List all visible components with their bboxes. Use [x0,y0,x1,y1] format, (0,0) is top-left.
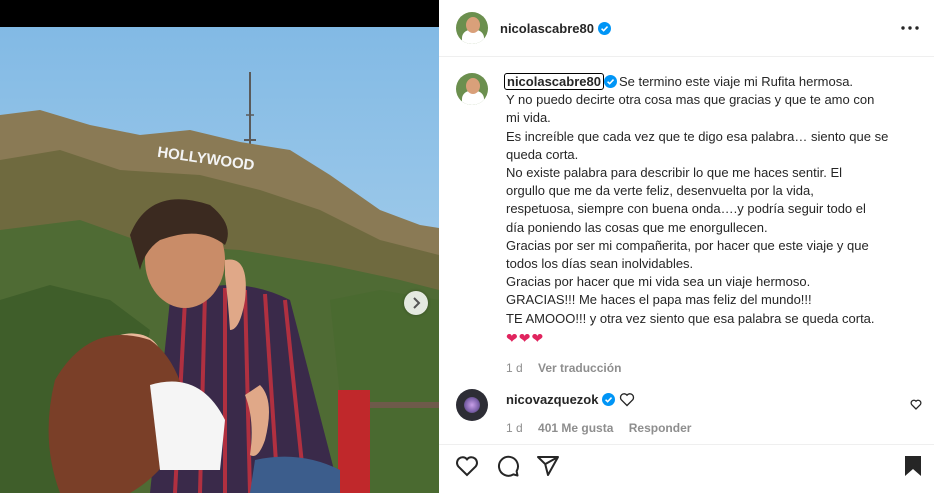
caption-line-first: nicolascabre80 Se termino este viaje mi R… [504,73,926,91]
heart-icon[interactable] [455,454,479,478]
author-avatar[interactable] [456,12,488,44]
caption-line: día poniendo las cosas que me enorgullec… [506,219,768,235]
comment-like-button[interactable] [910,399,922,410]
verified-badge-icon [597,21,611,35]
caption-username[interactable]: nicolascabre80 [504,73,604,90]
heart-outline-icon [620,393,635,407]
caption-line: orgullo que me da verte feliz, desenvuel… [506,183,814,199]
caption-line: Y no puedo decirte otra cosa mas que gra… [506,92,875,108]
reply-button[interactable]: Responder [629,421,692,435]
caption-line: Gracias por ser mi compañerita, por hace… [506,237,869,253]
verified-badge-icon [602,393,616,406]
caption-line: Es increíble que cada vez que te digo es… [506,128,889,144]
post-caption: nicolascabre80 Se termino este viaje mi R… [456,73,926,375]
comment-line: nicovazquezok [506,389,926,407]
comment-icon[interactable] [496,454,520,478]
comment-time: 1 d [506,421,523,435]
caption-line: queda corta. [506,146,579,162]
bookmark-icon[interactable] [901,454,925,478]
translate-link[interactable]: Ver traducción [538,361,621,375]
photo-top-bar [0,0,439,27]
post-photo: HOLLYWOOD [0,0,439,493]
post-details-panel: nicolascabre80 nicolascabre80 Se termino … [439,0,934,493]
post-actions-bar [439,444,934,493]
caption-line: respetuosa, siempre con buena onda….y po… [506,201,866,217]
commenter-avatar[interactable] [456,389,488,421]
caption-hearts: ❤❤❤ [506,329,545,346]
author-username[interactable]: nicolascabre80 [500,21,594,36]
caption-line: Se termino este viaje mi Rufita hermosa. [618,74,854,89]
caption-line: TE AMOOO!!! y otra vez siento que esa pa… [506,310,875,326]
verified-badge-icon [603,75,617,88]
post-header: nicolascabre80 [439,0,934,57]
share-icon[interactable] [536,454,560,478]
caption-line: todos los días sean inolvidables. [506,256,694,272]
next-photo-button[interactable] [404,291,428,315]
more-options-button[interactable] [900,18,920,38]
chevron-right-icon [413,297,421,309]
commenter-username[interactable]: nicovazquezok [506,392,598,407]
caption-line: Gracias por hacer que mi vida sea un via… [506,274,811,290]
caption-line: mi vida. [506,110,551,126]
caption-author-avatar[interactable] [456,73,488,105]
caption-line: GRACIAS!!! Me haces el papa mas feliz de… [506,292,812,308]
comment-item: nicovazquezok 1 d 401 Me gusta Responder [456,389,926,435]
caption-line: No existe palabra para describir lo que … [506,165,843,181]
more-icon [901,26,919,30]
caption-text: nicolascabre80 Se termino este viaje mi R… [504,73,926,347]
post-time: 1 d [506,361,523,376]
comment-meta: 1 d 401 Me gusta Responder [506,421,926,435]
comment-likes[interactable]: 401 Me gusta [538,421,613,435]
photo-image: HOLLYWOOD [0,0,439,493]
caption-meta: 1 d Ver traducción [506,361,926,375]
